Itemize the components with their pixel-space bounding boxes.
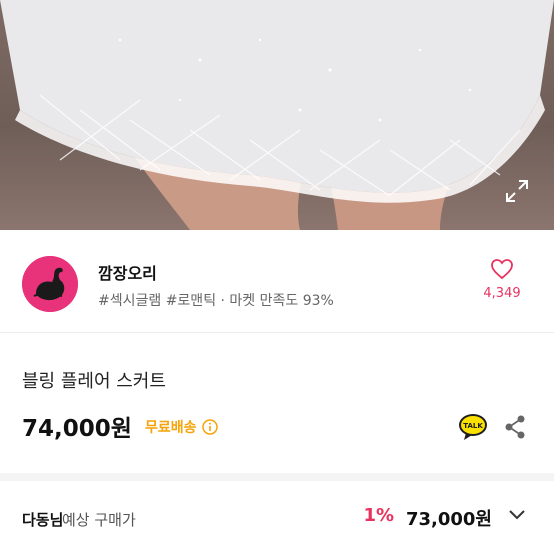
shop-name[interactable]: 깜장오리 bbox=[98, 260, 157, 284]
product-image[interactable] bbox=[0, 0, 554, 230]
shop-section: 깜장오리 #섹시글램 #로맨틱 · 마켓 만족도 93% 4,349 bbox=[0, 230, 554, 333]
heart-icon bbox=[491, 259, 513, 280]
share-icon[interactable] bbox=[504, 415, 526, 443]
info-icon[interactable] bbox=[201, 419, 218, 435]
product-price: 74,000원 bbox=[22, 416, 132, 442]
kakao-talk-icon[interactable]: TALK bbox=[458, 413, 488, 445]
talk-badge-text: TALK bbox=[463, 422, 483, 430]
product-title: 블링 플레어 스커트 bbox=[22, 371, 166, 392]
product-info: 블링 플레어 스커트 74,000원 무료배송 TALK bbox=[0, 333, 554, 481]
shipping-label: 무료배송 bbox=[145, 420, 197, 436]
product-photo bbox=[0, 0, 554, 230]
buyer-name: 다동님 bbox=[22, 511, 64, 529]
expected-price-label: 예상 구매가 bbox=[62, 511, 136, 529]
discount-rate: 1% bbox=[363, 505, 394, 526]
like-count: 4,349 bbox=[483, 286, 521, 301]
expected-price: 73,000원 bbox=[405, 509, 492, 530]
shipping-badge[interactable]: 무료배송 bbox=[145, 417, 218, 437]
chevron-down-icon[interactable] bbox=[508, 509, 526, 521]
like-button[interactable]: 4,349 bbox=[474, 258, 530, 301]
shop-tags: #섹시글램 #로맨틱 · 마켓 만족도 93% bbox=[98, 293, 334, 309]
expand-icon[interactable] bbox=[504, 178, 530, 204]
expected-price-row[interactable]: 다동님 예상 구매가 1% 73,000원 bbox=[0, 481, 554, 551]
shop-avatar[interactable] bbox=[22, 256, 78, 312]
